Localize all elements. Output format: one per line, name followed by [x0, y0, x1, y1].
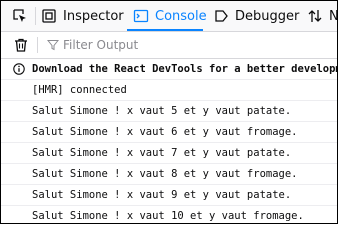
console-message: [HMR] connected	[1, 80, 337, 101]
network-icon	[308, 10, 322, 22]
filter-icon	[47, 40, 59, 51]
devtools-toolbar: Inspector Console Debugger Ne	[1, 1, 337, 32]
console-message-text: Salut Simone ! x vaut 8 et y vaut fromag…	[32, 168, 298, 180]
info-icon	[13, 63, 25, 75]
console-message-text: Download the React DevTools for a better…	[32, 63, 337, 75]
filter-input[interactable]	[63, 38, 263, 52]
debugger-icon	[215, 10, 228, 22]
console-output: Download the React DevTools for a better…	[1, 59, 337, 223]
devtools-window: Inspector Console Debugger Ne	[0, 0, 338, 224]
console-message: Salut Simone ! x vaut 8 et y vaut fromag…	[1, 164, 337, 185]
filter-output-field[interactable]	[47, 36, 263, 54]
console-icon	[133, 9, 149, 23]
console-message-text: Salut Simone ! x vaut 10 et y vaut froma…	[32, 210, 304, 222]
console-message: Salut Simone ! x vaut 10 et y vaut froma…	[1, 206, 337, 223]
tab-inspector-label: Inspector	[63, 8, 124, 24]
active-tab-indicator	[127, 29, 203, 31]
console-message-text: Salut Simone ! x vaut 6 et y vaut fromag…	[32, 126, 298, 138]
console-message-text: Salut Simone ! x vaut 5 et y vaut patate…	[32, 105, 292, 117]
console-message-text: Salut Simone ! x vaut 9 et y vaut patate…	[32, 189, 292, 201]
console-message-text: Salut Simone ! x vaut 7 et y vaut patate…	[32, 147, 292, 159]
console-message-info: Download the React DevTools for a better…	[1, 59, 337, 80]
tab-inspector[interactable]: Inspector	[41, 1, 124, 31]
tab-network[interactable]: Ne	[307, 1, 338, 31]
tab-console-label: Console	[155, 8, 207, 24]
console-message: Salut Simone ! x vaut 7 et y vaut patate…	[1, 143, 337, 164]
tab-debugger-label: Debugger	[235, 8, 300, 24]
toolbar-separator	[35, 7, 36, 25]
element-picker-button[interactable]	[9, 1, 31, 31]
console-filter-bar	[1, 32, 337, 59]
element-picker-icon	[13, 9, 26, 22]
console-message: Salut Simone ! x vaut 6 et y vaut fromag…	[1, 122, 337, 143]
trash-icon[interactable]	[13, 37, 29, 53]
tab-console[interactable]: Console	[133, 1, 207, 31]
console-message: Salut Simone ! x vaut 5 et y vaut patate…	[1, 101, 337, 122]
inspector-icon	[42, 9, 56, 23]
filter-separator	[37, 37, 38, 53]
console-message-text: [HMR] connected	[32, 84, 127, 96]
tab-debugger[interactable]: Debugger	[213, 1, 299, 31]
console-message: Salut Simone ! x vaut 9 et y vaut patate…	[1, 185, 337, 206]
tab-network-label: Ne	[329, 8, 338, 24]
